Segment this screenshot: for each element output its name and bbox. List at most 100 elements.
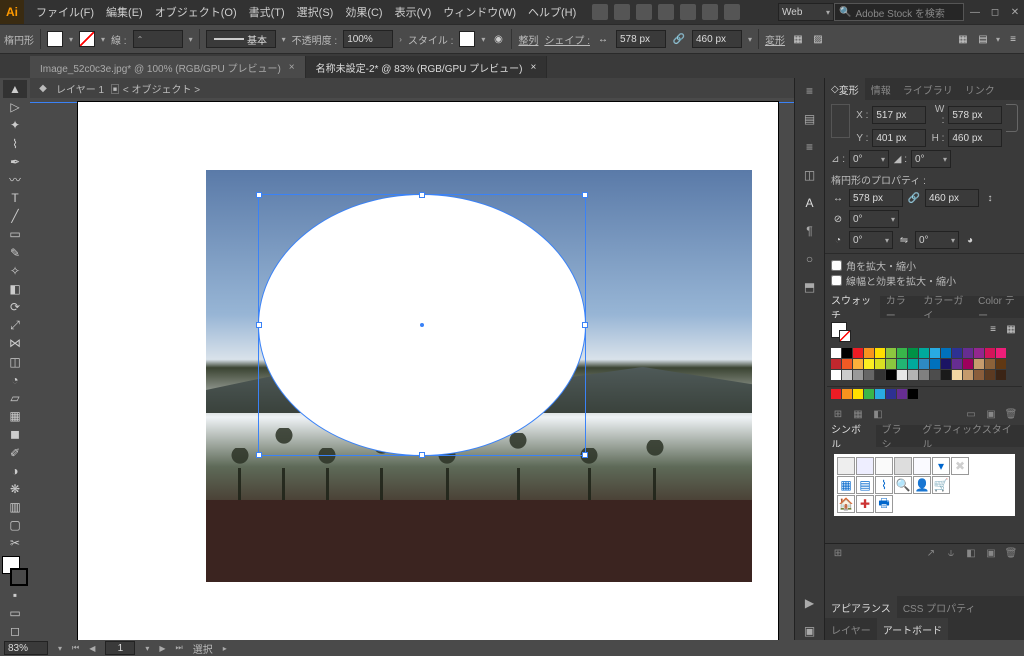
menu-window[interactable]: ウィンドウ(W) xyxy=(437,0,522,24)
link-icon[interactable]: 🔗 xyxy=(907,191,921,205)
swatch[interactable] xyxy=(996,370,1006,380)
swatch[interactable] xyxy=(886,370,896,380)
screen-mode-icon[interactable]: ▭ xyxy=(3,604,27,622)
symbol-item[interactable]: 🛒 xyxy=(932,476,950,494)
symbol-options-icon[interactable]: ◧ xyxy=(964,546,978,560)
swatch[interactable] xyxy=(864,359,874,369)
menu-type[interactable]: 書式(T) xyxy=(243,0,291,24)
toolbar-icon[interactable] xyxy=(702,4,718,20)
brushes-tab[interactable]: ブラシ xyxy=(876,425,917,447)
artboard-next-last[interactable]: ⏭ xyxy=(176,643,183,653)
align-label[interactable]: 整列 xyxy=(518,32,538,47)
symbol-item[interactable]: ⌇ xyxy=(875,476,893,494)
eyedropper-tool[interactable]: ✐ xyxy=(3,443,27,461)
resize-handle[interactable] xyxy=(256,192,262,198)
transparency-panel-icon[interactable]: ○ xyxy=(801,250,819,268)
symbol-item[interactable]: ▦ xyxy=(837,476,855,494)
rotate-tool[interactable]: ⟳ xyxy=(3,298,27,316)
symbols-tab[interactable]: シンボル xyxy=(825,425,876,447)
menu-edit[interactable]: 編集(E) xyxy=(100,0,149,24)
symbol-item[interactable]: 🖶 xyxy=(875,495,893,513)
swatch[interactable] xyxy=(952,348,962,358)
swatches-tab[interactable]: スウォッチ xyxy=(825,296,880,318)
close-tab-icon[interactable]: × xyxy=(530,62,536,73)
ellipse-width-field[interactable]: 578 px xyxy=(849,189,903,207)
swatch[interactable] xyxy=(985,370,995,380)
window-minimize[interactable]: — xyxy=(966,3,984,21)
menu-object[interactable]: オブジェクト(O) xyxy=(149,0,243,24)
swatch[interactable] xyxy=(930,359,940,369)
toolbar-icon[interactable] xyxy=(724,4,740,20)
swatch[interactable] xyxy=(974,370,984,380)
swatch[interactable] xyxy=(886,389,896,399)
symbol-item[interactable]: ✖ xyxy=(951,457,969,475)
window-restore[interactable]: ◻ xyxy=(986,3,1004,21)
transform-tab[interactable]: ◇ 変形 xyxy=(825,78,865,100)
artboard-prev[interactable]: ◀ xyxy=(89,644,95,653)
swatch[interactable] xyxy=(963,370,973,380)
menu-help[interactable]: ヘルプ(H) xyxy=(522,0,582,24)
width-tool[interactable]: ⋈ xyxy=(3,334,27,352)
shape-width-field[interactable]: 578 px xyxy=(616,30,666,48)
fill-stroke-indicator[interactable] xyxy=(2,556,28,585)
pie-start-field[interactable]: 0°▾ xyxy=(849,231,893,249)
type-panel-icon[interactable]: A xyxy=(801,194,819,212)
stroke-weight-field[interactable]: ⌃ xyxy=(133,30,183,48)
align-panel-icon[interactable]: ≡ xyxy=(801,138,819,156)
control-menu-icon[interactable]: ▤ xyxy=(976,32,990,46)
swatch[interactable] xyxy=(908,359,918,369)
rotate-field[interactable]: 0°▾ xyxy=(849,150,889,168)
symbol-item[interactable]: ▤ xyxy=(856,476,874,494)
free-transform-tool[interactable]: ◫ xyxy=(3,353,27,371)
direct-selection-tool[interactable]: ▷ xyxy=(3,98,27,116)
curvature-tool[interactable]: 〰 xyxy=(3,171,27,189)
selection-bounding-box[interactable] xyxy=(258,194,586,456)
resize-handle[interactable] xyxy=(582,322,588,328)
delete-swatch-icon[interactable]: 🗑 xyxy=(1004,407,1018,421)
swatch[interactable] xyxy=(941,348,951,358)
toolbar-icon[interactable] xyxy=(614,4,630,20)
swatch[interactable] xyxy=(853,370,863,380)
swatch[interactable] xyxy=(963,359,973,369)
swatch[interactable] xyxy=(985,359,995,369)
color-mode-icon[interactable]: ▪ xyxy=(3,586,27,604)
swatch[interactable] xyxy=(897,359,907,369)
info-tab[interactable]: 情報 xyxy=(865,78,897,100)
swatch[interactable] xyxy=(985,348,995,358)
screen-mode-switch[interactable]: ◻ xyxy=(3,622,27,640)
scale-corners-checkbox[interactable]: 角を拡大・縮小 xyxy=(831,258,1018,273)
symbol-item[interactable]: ✚ xyxy=(856,495,874,513)
brush-tool[interactable]: ✎ xyxy=(3,244,27,262)
swatch[interactable] xyxy=(831,348,841,358)
symbol-item[interactable] xyxy=(875,457,893,475)
reference-point[interactable] xyxy=(831,104,850,138)
zoom-field[interactable]: 83% xyxy=(4,641,48,655)
swatch[interactable] xyxy=(875,348,885,358)
shaper-tool[interactable]: ✧ xyxy=(3,262,27,280)
canvas[interactable] xyxy=(30,98,794,640)
appearance-tab[interactable]: アピアランス xyxy=(825,596,897,618)
swatch[interactable] xyxy=(853,389,863,399)
x-field[interactable]: 517 px xyxy=(872,106,926,124)
swatch-stroke[interactable] xyxy=(839,330,851,342)
pen-tool[interactable]: ✒ xyxy=(3,153,27,171)
y-field[interactable]: 401 px xyxy=(872,129,926,147)
asset-export-panel-icon[interactable]: ⬒ xyxy=(801,278,819,296)
shape-builder-tool[interactable]: ◔ xyxy=(3,371,27,389)
swatch[interactable] xyxy=(919,348,929,358)
artboard-number[interactable]: 1 xyxy=(105,641,135,655)
swatch[interactable] xyxy=(864,348,874,358)
eraser-tool[interactable]: ◧ xyxy=(3,280,27,298)
link-wh-icon[interactable]: 🔗 xyxy=(672,32,686,46)
color-guide-tab[interactable]: カラーガイ xyxy=(917,296,972,318)
resize-handle[interactable] xyxy=(582,192,588,198)
shear-field[interactable]: 0°▾ xyxy=(911,150,951,168)
graphic-styles-tab[interactable]: グラフィックスタイル xyxy=(916,425,1024,447)
stroke-color-swatch[interactable] xyxy=(10,568,28,586)
swatch[interactable] xyxy=(853,359,863,369)
swatch-kind-icon[interactable]: ▦ xyxy=(851,407,865,421)
swatch[interactable] xyxy=(908,389,918,399)
artboard-tool[interactable]: ▢ xyxy=(3,516,27,534)
new-swatch-icon[interactable]: ▣ xyxy=(984,407,998,421)
opacity-menu[interactable]: › xyxy=(399,35,402,44)
